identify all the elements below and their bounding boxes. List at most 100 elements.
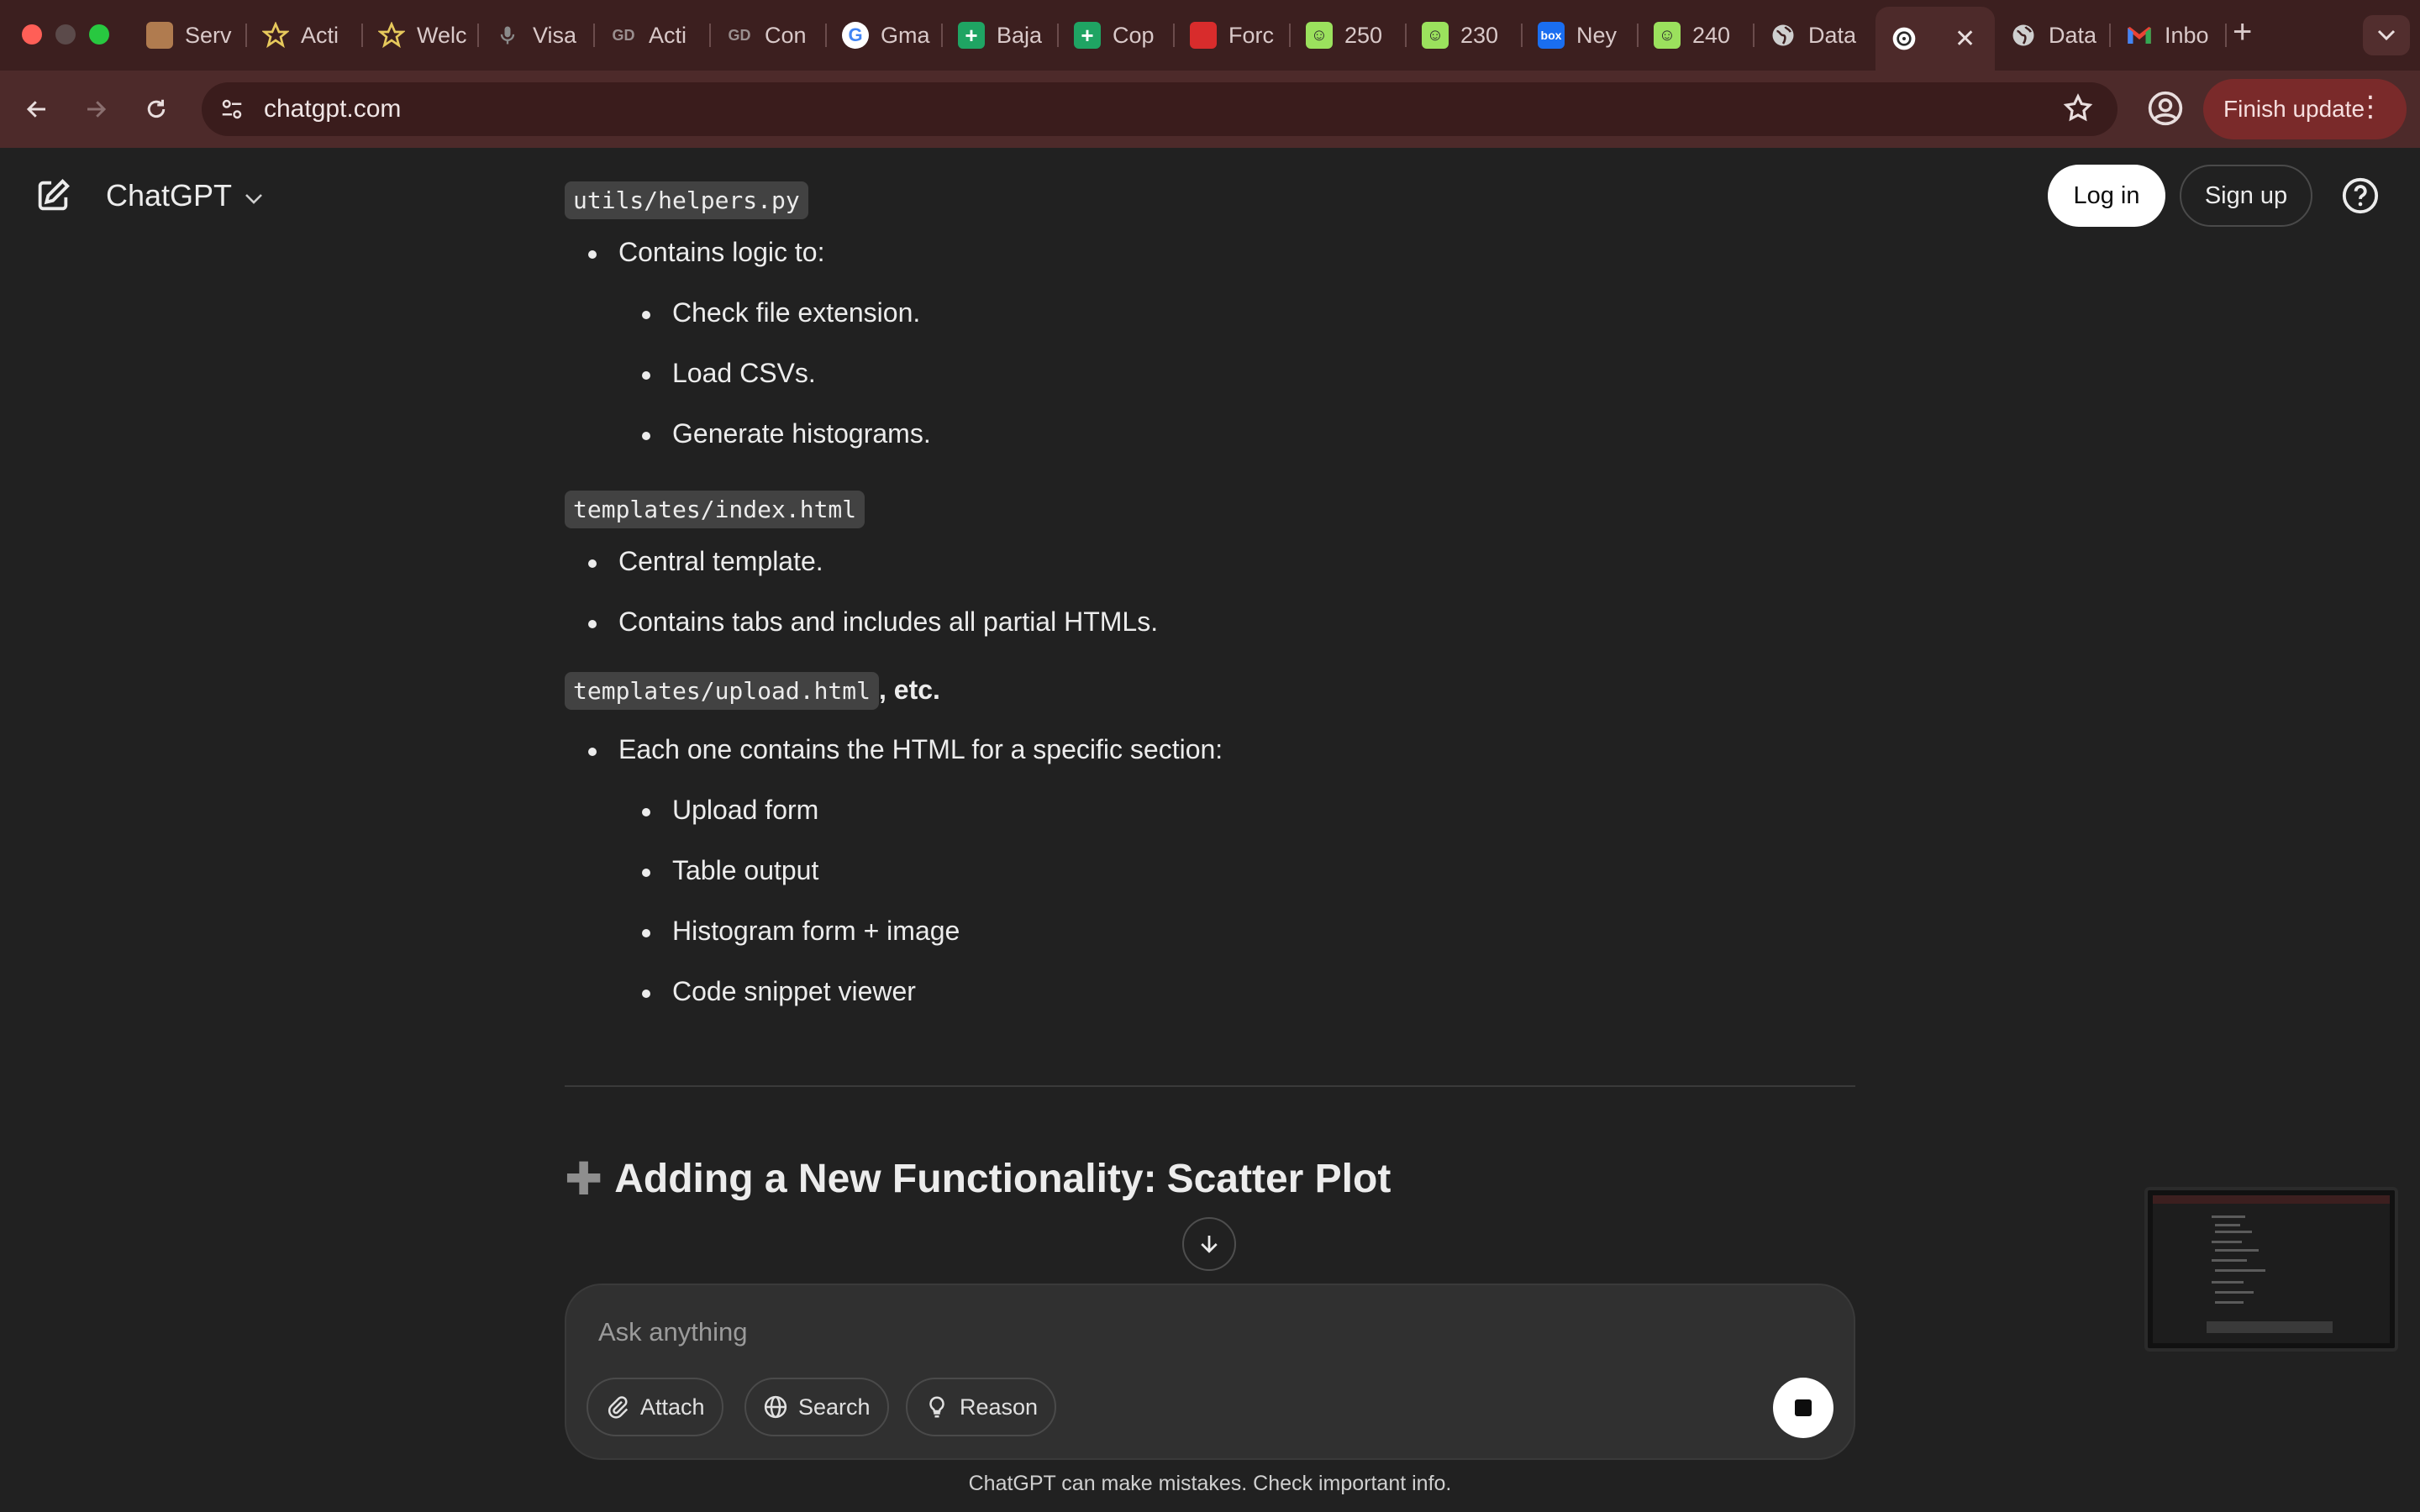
browser-tab[interactable]: Inbo bbox=[2111, 12, 2227, 59]
stop-generating-button[interactable] bbox=[1773, 1378, 1833, 1438]
smiley-icon: ☺ bbox=[1422, 22, 1449, 49]
bookmark-star-icon[interactable] bbox=[2062, 92, 2094, 129]
tab-label: Serv bbox=[185, 22, 232, 48]
chevron-down-icon bbox=[244, 178, 264, 213]
site-settings-icon[interactable] bbox=[217, 94, 247, 124]
scroll-to-bottom-button[interactable] bbox=[1182, 1217, 1236, 1271]
reason-button[interactable]: Reason bbox=[906, 1378, 1057, 1436]
browser-tab[interactable]: Data bbox=[1754, 12, 1870, 59]
tab-label: Cop bbox=[1113, 22, 1155, 48]
shrine-icon bbox=[146, 22, 173, 49]
login-button[interactable]: Log in bbox=[2048, 165, 2165, 227]
close-window-button[interactable] bbox=[22, 24, 42, 45]
model-selector[interactable]: ChatGPT bbox=[106, 178, 264, 213]
browser-tab[interactable]: ☺ 240 bbox=[1639, 12, 1754, 59]
paperclip-icon bbox=[608, 1396, 629, 1419]
browser-tab[interactable]: Data bbox=[1995, 12, 2111, 59]
tab-label: 240 bbox=[1692, 22, 1731, 48]
finish-update-button[interactable]: Finish update ⋮ bbox=[2203, 79, 2407, 139]
tab-search-chevron-icon[interactable] bbox=[2363, 15, 2410, 55]
search-button[interactable]: Search bbox=[744, 1378, 889, 1436]
browser-toolbar: chatgpt.com Finish update ⋮ bbox=[0, 71, 2420, 148]
chatgpt-page: ChatGPT Log in Sign up utils/helpers.py … bbox=[0, 148, 2420, 1512]
list-item: Check file extension. bbox=[641, 297, 921, 328]
browser-tab[interactable]: Acti bbox=[247, 12, 363, 59]
tab-label: Visa bbox=[533, 22, 577, 48]
globe-icon bbox=[1770, 22, 1797, 49]
plus-icon: ✚ bbox=[565, 1154, 603, 1205]
globe-icon bbox=[764, 1395, 787, 1419]
gmail-icon bbox=[2126, 22, 2153, 49]
back-arrow-icon[interactable] bbox=[18, 91, 55, 128]
tab-strip: Serv Acti Welc Visa GD Acti GD Con G Gma… bbox=[0, 0, 2420, 71]
tab-label: 250 bbox=[1344, 22, 1383, 48]
arrow-down-icon bbox=[1201, 1236, 1218, 1253]
link-icon: GD bbox=[728, 26, 751, 44]
tab-label: Acti bbox=[301, 22, 339, 48]
brand-title: ChatGPT bbox=[106, 178, 233, 213]
microphone-icon bbox=[494, 22, 521, 49]
smiley-icon: ☺ bbox=[1306, 22, 1333, 49]
address-bar[interactable]: chatgpt.com bbox=[202, 82, 2118, 136]
file-path-code: utils/helpers.py bbox=[565, 181, 808, 219]
box-icon: box bbox=[1538, 22, 1565, 49]
star-icon bbox=[378, 22, 405, 49]
tab-label: Forc bbox=[1228, 22, 1274, 48]
smiley-icon: ☺ bbox=[1654, 22, 1681, 49]
browser-tab[interactable]: Welc bbox=[363, 12, 479, 59]
tab-label: Data bbox=[2049, 22, 2097, 48]
browser-tab[interactable]: GD Con bbox=[711, 12, 827, 59]
globe-icon bbox=[2010, 22, 2037, 49]
prompt-composer[interactable]: Ask anything Attach Search Reason bbox=[565, 1284, 1855, 1460]
new-chat-icon[interactable] bbox=[34, 176, 72, 219]
list-item: Contains logic to: bbox=[587, 237, 825, 267]
browser-tab[interactable]: ☺ 230 bbox=[1407, 12, 1523, 59]
browser-tab[interactable]: + Cop bbox=[1059, 12, 1175, 59]
browser-tab-active[interactable]: ✕ bbox=[1876, 7, 1995, 71]
list-item: Upload form bbox=[641, 795, 819, 825]
lightbulb-icon bbox=[929, 1396, 944, 1418]
openai-icon bbox=[1891, 25, 1918, 52]
google-icon: G bbox=[842, 22, 869, 49]
forward-arrow-icon[interactable] bbox=[77, 91, 114, 128]
browser-tab[interactable]: Visa bbox=[479, 12, 595, 59]
browser-tab[interactable]: G Gma bbox=[827, 12, 943, 59]
star-icon bbox=[262, 22, 289, 49]
file-path-code: templates/index.html bbox=[565, 491, 865, 528]
reload-icon[interactable] bbox=[138, 91, 175, 128]
sheets-plus-icon: + bbox=[1074, 22, 1101, 49]
tab-label: Baja bbox=[997, 22, 1043, 48]
tab-label: Inbo bbox=[2165, 22, 2209, 48]
maximize-window-button[interactable] bbox=[89, 24, 109, 45]
minimize-window-button[interactable] bbox=[55, 24, 76, 45]
tab-label: Welc bbox=[417, 22, 467, 48]
browser-tab[interactable]: GD Acti bbox=[595, 12, 711, 59]
section-divider bbox=[565, 1085, 1855, 1087]
more-vert-icon[interactable]: ⋮ bbox=[2356, 92, 2385, 121]
browser-tab[interactable]: ☺ 250 bbox=[1291, 12, 1407, 59]
tab-label: Acti bbox=[649, 22, 687, 48]
signup-button[interactable]: Sign up bbox=[2180, 165, 2312, 227]
new-tab-icon[interactable]: + bbox=[2233, 13, 2252, 51]
etc-text: , etc. bbox=[879, 675, 940, 705]
attach-button[interactable]: Attach bbox=[587, 1378, 723, 1436]
profile-icon[interactable] bbox=[2147, 90, 2184, 131]
browser-tab[interactable]: Forc bbox=[1175, 12, 1291, 59]
tab-label: 230 bbox=[1460, 22, 1499, 48]
list-item: Table output bbox=[641, 855, 819, 885]
link-icon: GD bbox=[612, 26, 635, 44]
url-text: chatgpt.com bbox=[264, 95, 402, 123]
browser-tab[interactable]: Serv bbox=[131, 12, 247, 59]
help-icon[interactable] bbox=[2341, 176, 2380, 219]
window-preview-thumbnail[interactable] bbox=[2144, 1187, 2398, 1352]
tab-label: Ney bbox=[1576, 22, 1618, 48]
tab-label: Gma bbox=[881, 22, 930, 48]
stop-icon bbox=[1795, 1399, 1812, 1416]
red-logo-icon bbox=[1190, 22, 1217, 49]
close-tab-icon[interactable]: ✕ bbox=[1954, 24, 1975, 54]
file-path-code: templates/upload.html bbox=[565, 672, 880, 710]
browser-tab[interactable]: + Baja bbox=[943, 12, 1059, 59]
prompt-input[interactable]: Ask anything bbox=[598, 1317, 748, 1347]
list-item: Code snippet viewer bbox=[642, 976, 916, 1006]
browser-tab[interactable]: box Ney bbox=[1523, 12, 1639, 59]
